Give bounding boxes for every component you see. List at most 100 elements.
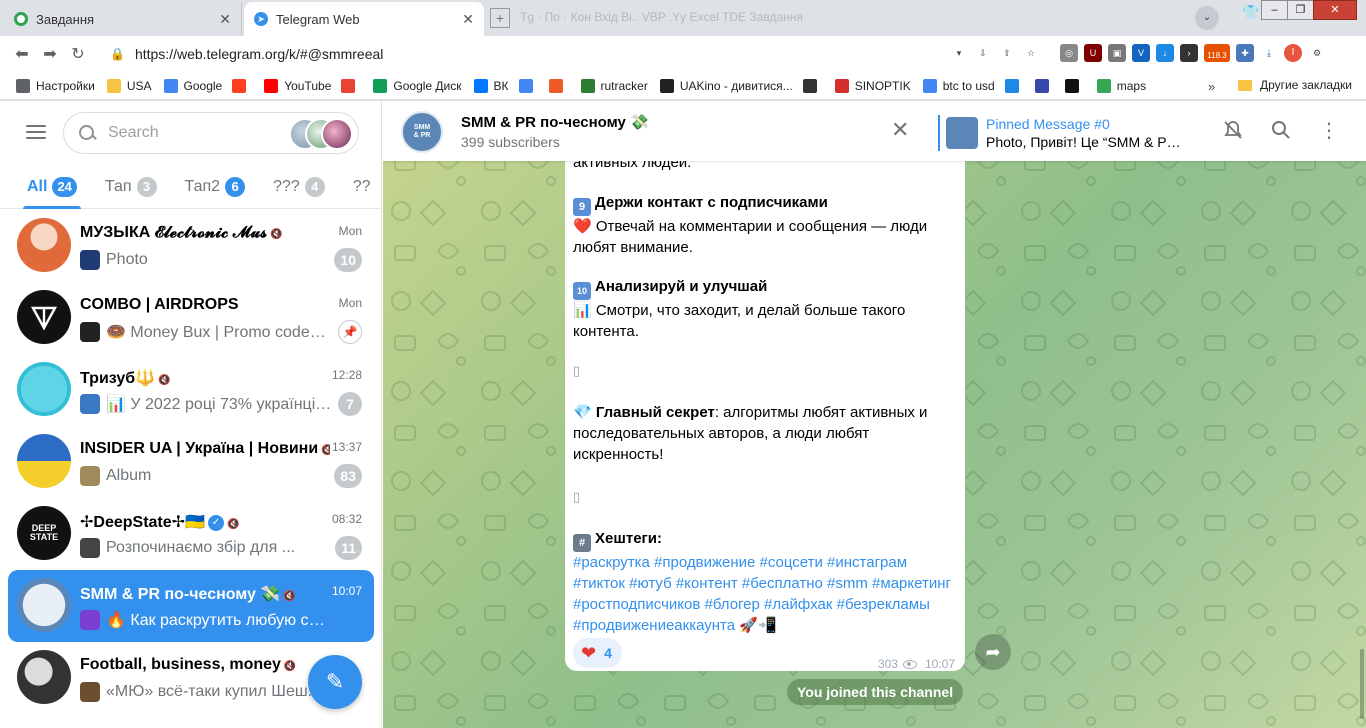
tab-search-button[interactable]: ⌄: [1195, 6, 1219, 30]
bookmark-item[interactable]: btc to usd: [922, 78, 995, 93]
chat-preview-text: 📊 У 2022 році 73% українців бу...: [106, 396, 332, 413]
chat-row[interactable]: МУЗЫКА 𝓔𝓵𝓮𝓬𝓽𝓻𝓸𝓷𝓲𝓬 𝓜𝓾𝓼 🔇 Mon Photo 10: [8, 210, 374, 282]
close-tab-icon[interactable]: ✕: [462, 11, 474, 28]
folder-tab[interactable]: Тап2 6: [185, 165, 246, 209]
menu-icon[interactable]: [26, 125, 46, 139]
close-icon[interactable]: ✕: [891, 119, 909, 141]
bookmark-item[interactable]: SINOPTIK: [834, 78, 911, 93]
mute-bell-icon[interactable]: [1221, 119, 1245, 143]
globe-icon[interactable]: ◎: [1060, 44, 1078, 62]
folder-tab[interactable]: ??? 4: [273, 165, 325, 209]
maximize-button[interactable]: ❐: [1287, 0, 1314, 20]
minimize-button[interactable]: –: [1261, 0, 1288, 20]
chat-row[interactable]: INSIDER UA | Україна | Новини🔇13:37 Album…: [8, 426, 374, 498]
unread-badge: 83: [334, 464, 362, 488]
reload-icon[interactable]: ↻: [64, 44, 92, 64]
message-bubble[interactable]: активных людей. 9 Держи контакт с подписч…: [565, 141, 965, 671]
chat-row[interactable]: SMM & PR по-чесному 💸 🔇 10:07 🔥 Как раскрут…: [8, 570, 374, 642]
chat-title-text: COMBO | AIRDROPS: [80, 296, 239, 313]
bookmark-item[interactable]: Google: [163, 78, 222, 93]
chat-avatar: [17, 578, 71, 632]
downloads-icon[interactable]: ⤓: [1260, 44, 1278, 62]
puzzle-icon[interactable]: ✚: [1236, 44, 1254, 62]
browser-tab-telegram[interactable]: ➤ Telegram Web ✕: [244, 2, 484, 36]
theme-icon[interactable]: 👕: [1242, 4, 1259, 21]
settings-icon[interactable]: ⚙: [1308, 44, 1326, 62]
lock-icon[interactable]: 🔒: [110, 47, 125, 61]
bookmark-item[interactable]: UAKino - дивитися...: [659, 78, 793, 93]
bookmark-item[interactable]: [518, 78, 539, 93]
more-options-icon[interactable]: ⋮: [1317, 119, 1341, 143]
bookmarks-overflow-button[interactable]: »: [1208, 79, 1215, 94]
folder-tab[interactable]: ??: [353, 165, 371, 209]
dropdown-icon[interactable]: ▾: [950, 44, 968, 62]
pinned-message-bar[interactable]: Pinned Message #0 Photo, Привіт! Це “SMM…: [938, 115, 1188, 151]
bookmark-item[interactable]: rutracker: [580, 78, 648, 93]
chat-row[interactable]: DEEP STATE ✢DeepState✢🇺🇦 ✓ 🔇 08:32 Розпочинаєм…: [8, 498, 374, 570]
bookmark-item[interactable]: [1064, 78, 1085, 93]
folder-tab[interactable]: Тап 3: [105, 165, 157, 209]
unsupported-glyph: ▯: [573, 489, 581, 504]
scrollbar[interactable]: [1360, 649, 1364, 719]
bookmark-item[interactable]: [802, 78, 823, 93]
terminal-icon[interactable]: ›: [1180, 44, 1198, 62]
bookmark-item[interactable]: maps: [1096, 78, 1146, 93]
chat-title-text: Тризуб🔱: [80, 370, 156, 387]
address-bar[interactable]: 🔒 https://web.telegram.org/k/#@smmreeal: [100, 40, 970, 68]
channel-avatar[interactable]: SMM & PR: [401, 111, 443, 153]
bookmark-item[interactable]: YouTube: [264, 78, 331, 93]
ublock-icon[interactable]: U: [1084, 44, 1102, 62]
back-icon[interactable]: ⬅: [8, 44, 36, 64]
chat-title: МУЗЫКА 𝓔𝓵𝓮𝓬𝓽𝓻𝓸𝓷𝓲𝓬 𝓜𝓾𝓼 🔇: [80, 224, 330, 242]
channel-title[interactable]: SMM & PR по-чесному 💸: [461, 113, 649, 131]
folder-tab[interactable]: All 24: [23, 165, 81, 209]
window-close-button[interactable]: ✕: [1313, 0, 1357, 20]
folder-unread-count: 24: [52, 176, 77, 197]
bookmark-item[interactable]: [548, 78, 569, 93]
other-bookmarks-folder[interactable]: Другие закладки: [1238, 78, 1352, 92]
service-message: You joined this channel: [787, 679, 964, 705]
download-ext-icon[interactable]: ↓: [1156, 44, 1174, 62]
hashtag-links[interactable]: #раскрутка #продвижение #соцсети #инстаг…: [573, 552, 959, 636]
new-message-button[interactable]: ✎: [308, 655, 362, 709]
forward-icon[interactable]: ➡: [36, 44, 64, 64]
forward-button[interactable]: ➦: [975, 634, 1011, 670]
bookmark-item[interactable]: Google Диск: [373, 78, 462, 93]
bookmark-label: Google Диск: [393, 78, 462, 93]
chat-preview: Розпочинаємо збір для ...: [80, 538, 332, 558]
search-icon[interactable]: [1269, 119, 1293, 143]
story-avatar[interactable]: [321, 118, 353, 150]
briefcase-icon[interactable]: ▣: [1108, 44, 1126, 62]
bookmark-star-icon[interactable]: ☆: [1022, 44, 1040, 62]
new-tab-button[interactable]: +: [490, 8, 510, 28]
reaction-heart[interactable]: ❤ 4: [573, 638, 622, 668]
message-time: 10:07: [924, 657, 955, 671]
chat-row[interactable]: Тризуб🔱 🔇 12:28 📊 У 2022 році 73% українців…: [8, 354, 374, 426]
bookmark-item[interactable]: [232, 78, 252, 93]
share-icon[interactable]: ⇪: [998, 44, 1016, 62]
bookmark-item[interactable]: USA: [106, 78, 152, 93]
yandex-icon: [232, 78, 247, 93]
chat-preview-text: Album: [106, 467, 152, 484]
chat-row[interactable]: COMBO | AIRDROPS Mon 🍩 Money Bux | Promo c…: [8, 282, 374, 354]
search-input[interactable]: [108, 124, 268, 142]
install-icon[interactable]: ⇩: [974, 44, 992, 62]
profile-avatar[interactable]: I: [1284, 44, 1302, 62]
close-tab-icon[interactable]: ✕: [219, 11, 231, 28]
chat-title: Тризуб🔱 🔇: [80, 368, 330, 388]
maps-icon: [1096, 78, 1111, 93]
browser-tab-zavdannya[interactable]: Завдання ✕: [4, 2, 242, 36]
bookmark-item[interactable]: Настройки: [16, 78, 95, 93]
gear-icon: [16, 78, 30, 93]
folder-label: Тап: [104, 177, 132, 195]
bookmark-item[interactable]: [1004, 78, 1025, 93]
preview-thumbnail: [80, 466, 100, 486]
bookmark-item[interactable]: [1034, 78, 1055, 93]
search-box[interactable]: [63, 112, 359, 154]
bookmark-item[interactable]: ВК: [473, 78, 509, 93]
vpn-icon[interactable]: V: [1132, 44, 1150, 62]
counter-ext-icon[interactable]: 118.3: [1204, 44, 1230, 62]
preview-thumbnail: [80, 538, 100, 558]
gmail-icon: [341, 78, 356, 93]
bookmark-item[interactable]: [341, 78, 361, 93]
